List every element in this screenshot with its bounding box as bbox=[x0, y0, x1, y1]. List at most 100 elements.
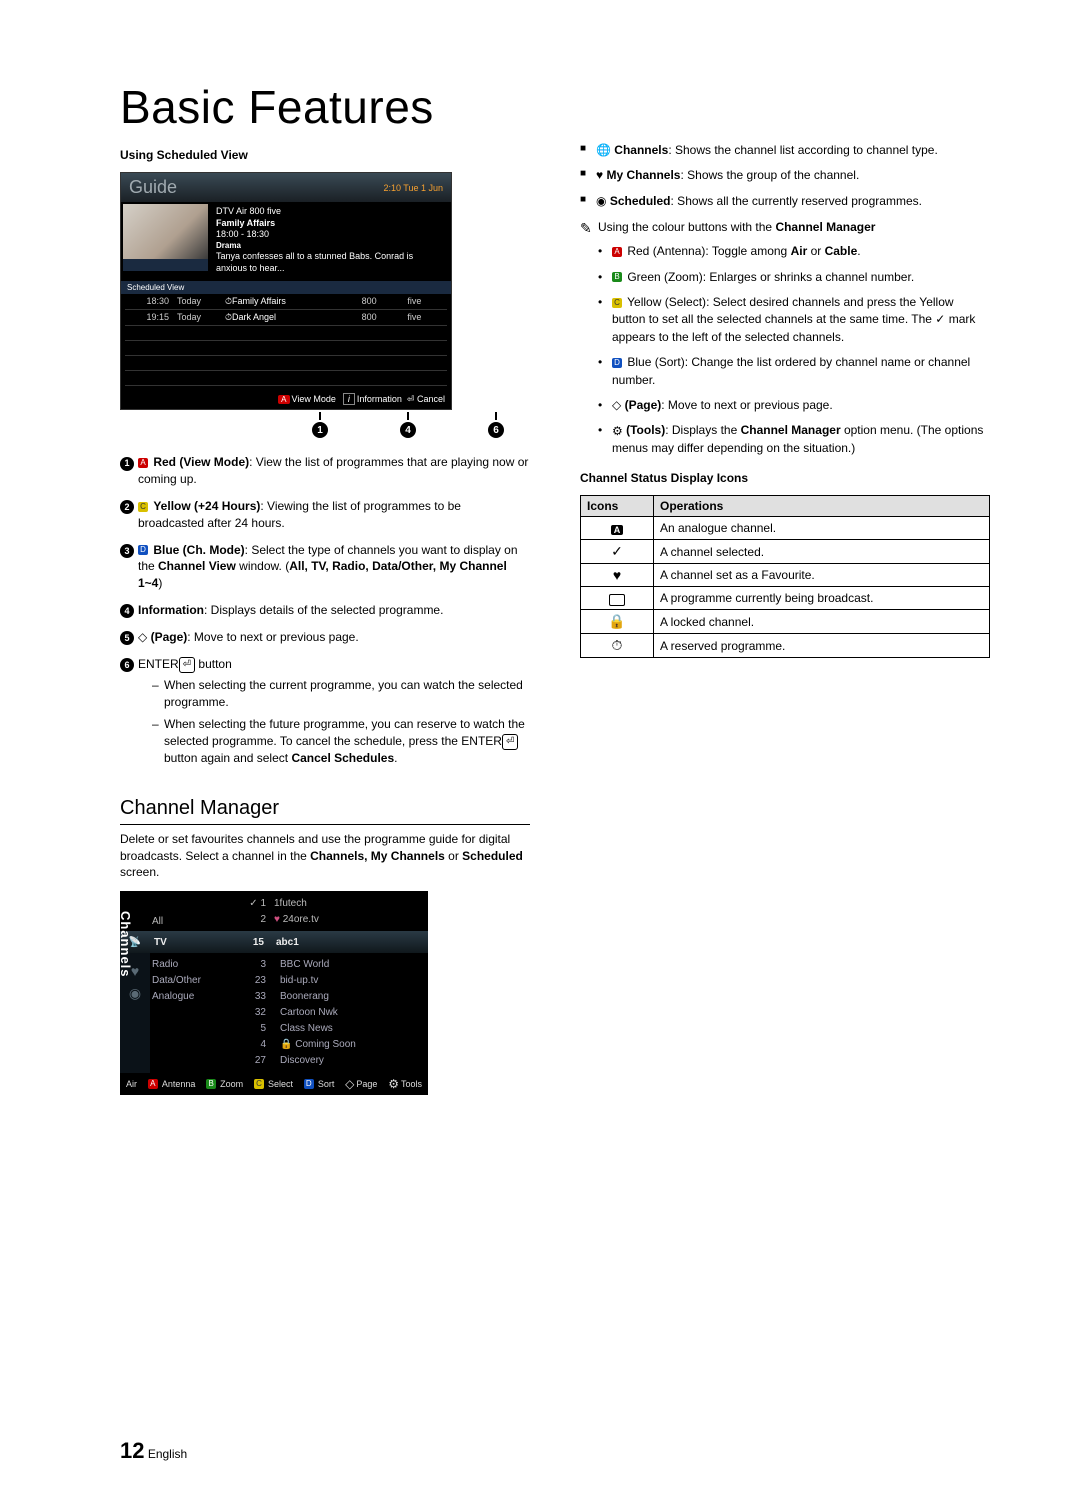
tools-icon: ⚙ bbox=[388, 1077, 399, 1091]
green-b-icon: B bbox=[612, 272, 622, 282]
square-bullet-icon bbox=[580, 167, 596, 184]
info-programme: Family Affairs bbox=[216, 218, 445, 230]
channel-manager-screenshot: Channels All ✓ 1 2 1futech ♥ 24ore.tv 📡 bbox=[120, 891, 428, 1095]
cm-top-area: All ✓ 1 2 1futech ♥ 24ore.tv bbox=[120, 891, 428, 931]
heart-icon: ♥ bbox=[596, 168, 603, 182]
green-dot-icon: B bbox=[206, 1079, 216, 1089]
table-row: ✓ A channel selected. bbox=[581, 540, 990, 564]
list-item: C Yellow (Select): Select desired channe… bbox=[598, 294, 990, 346]
list-item: D Blue (Sort): Change the list ordered b… bbox=[598, 354, 990, 389]
list-item: B Green (Zoom): Enlarges or shrinks a ch… bbox=[598, 269, 990, 286]
two-column-layout: Using Scheduled View Guide 2:10 Tue 1 Ju… bbox=[120, 142, 990, 1095]
lock-icon: 🔒 bbox=[581, 610, 654, 634]
lock-icon: 🔒 bbox=[280, 1039, 292, 1050]
square-bullet-icon bbox=[580, 193, 596, 210]
list-item: ⚙ (Tools): Displays the Channel Manager … bbox=[598, 422, 990, 457]
yellow-c-icon: C bbox=[612, 298, 622, 308]
updown-icon: ◇ bbox=[138, 629, 147, 646]
table-row: ⏱ A reserved programme. bbox=[581, 634, 990, 658]
red-dot-icon: A bbox=[148, 1079, 158, 1089]
info-time: 18:00 - 18:30 bbox=[216, 229, 445, 241]
cm-header-row: 📡 TV 15 abc1 bbox=[120, 931, 428, 953]
scheduled-view-label: Scheduled View bbox=[121, 281, 451, 294]
cm-cat-all: All bbox=[150, 891, 224, 931]
list-item: 1 A Red (View Mode): View the list of pr… bbox=[120, 454, 530, 488]
target-icon: ◉ bbox=[596, 194, 606, 208]
clock-icon: ⏱ bbox=[581, 634, 654, 658]
programme-thumbnail bbox=[123, 204, 208, 259]
clock-icon: ◉ bbox=[120, 985, 150, 1002]
page-lang: English bbox=[148, 1447, 187, 1461]
updown-icon: ◇ bbox=[612, 397, 621, 414]
blue-d-icon: D bbox=[612, 358, 622, 368]
cm-footer: Air AAntenna BZoom CSelect DSort ◇ Page … bbox=[120, 1073, 428, 1095]
red-a-icon: A bbox=[278, 395, 289, 404]
channels-side-label: Channels bbox=[116, 911, 133, 978]
sub-bullet: When selecting the current programme, yo… bbox=[152, 677, 530, 711]
list-item: 5 ◇ (Page): Move to next or previous pag… bbox=[120, 629, 530, 646]
sub-bullet: When selecting the future programme, you… bbox=[152, 716, 530, 766]
list-item: 6 ENTER⏎ button When selecting the curre… bbox=[120, 656, 530, 773]
info-source: DTV Air 800 five bbox=[216, 206, 445, 218]
page-number: 12 bbox=[120, 1438, 144, 1463]
yellow-dot-icon: C bbox=[254, 1079, 264, 1089]
left-column: Using Scheduled View Guide 2:10 Tue 1 Ju… bbox=[120, 142, 530, 1095]
manual-page: Basic Features Using Scheduled View Guid… bbox=[0, 0, 1080, 1494]
tools-icon: ⚙ bbox=[612, 423, 623, 440]
heart-icon: ♥ bbox=[581, 564, 654, 587]
table-row: A An analogue channel. bbox=[581, 517, 990, 540]
channel-status-icons-table: Icons Operations A An analogue channel. … bbox=[580, 495, 990, 658]
guide-table: 18:30 Today ⏱Family Affairs 800 five 19:… bbox=[125, 294, 447, 386]
blue-d-icon: D bbox=[138, 545, 148, 555]
th-icons: Icons bbox=[581, 496, 654, 517]
callout-4: 4 bbox=[400, 422, 416, 438]
blue-dot-icon: D bbox=[304, 1079, 314, 1089]
guide-row: 18:30 Today ⏱Family Affairs 800 five bbox=[125, 294, 447, 310]
guide-titlebar: Guide 2:10 Tue 1 Jun bbox=[121, 173, 451, 202]
info-desc: Tanya confesses all to a stunned Babs. C… bbox=[216, 251, 445, 274]
list-item: 2 C Yellow (+24 Hours): Viewing the list… bbox=[120, 498, 530, 532]
analogue-a-icon: A bbox=[611, 525, 624, 535]
channel-manager-intro: Delete or set favourites channels and us… bbox=[120, 831, 530, 881]
enter-icon: ⏎ bbox=[502, 734, 518, 750]
guide-row: 19:15 Today ⏱Dark Angel 800 five bbox=[125, 309, 447, 325]
enter-icon: ⏎ bbox=[407, 394, 415, 404]
dot-list: A Red (Antenna): Toggle among Air or Cab… bbox=[598, 243, 990, 457]
right-column: 🌐 Channels: Shows the channel list accor… bbox=[580, 142, 990, 1095]
globe-icon: 🌐 bbox=[596, 143, 611, 157]
tv-icon bbox=[609, 594, 625, 606]
info-i-icon: i bbox=[343, 393, 355, 405]
info-genre: Drama bbox=[216, 241, 445, 251]
red-a-icon: A bbox=[612, 247, 622, 257]
list-item: ◉ Scheduled: Shows all the currently res… bbox=[580, 193, 990, 210]
table-row: A programme currently being broadcast. bbox=[581, 587, 990, 610]
table-row: 🔒 A locked channel. bbox=[581, 610, 990, 634]
list-item: 4 Information: Displays details of the s… bbox=[120, 602, 530, 619]
list-item: A Red (Antenna): Toggle among Air or Cab… bbox=[598, 243, 990, 260]
icons-heading: Channel Status Display Icons bbox=[580, 471, 990, 485]
square-bullet-icon bbox=[580, 142, 596, 159]
guide-title-text: Guide bbox=[129, 177, 177, 198]
updown-icon: ◇ bbox=[345, 1077, 354, 1091]
channel-manager-heading: Channel Manager bbox=[120, 797, 530, 825]
guide-footer: AView Mode iInformation ⏎ Cancel bbox=[121, 390, 451, 409]
enter-icon: ⏎ bbox=[179, 657, 195, 673]
callout-numbers: 1 4 6 bbox=[120, 412, 530, 439]
guide-clock: 2:10 Tue 1 Jun bbox=[383, 183, 443, 193]
guide-info-row: DTV Air 800 five Family Affairs 18:00 - … bbox=[121, 202, 451, 279]
numbered-list: 1 A Red (View Mode): View the list of pr… bbox=[120, 454, 530, 772]
list-item: ◇ (Page): Move to next or previous page. bbox=[598, 397, 990, 415]
note: ✎ Using the colour buttons with the Chan… bbox=[580, 220, 990, 237]
callout-6: 6 bbox=[488, 422, 504, 438]
note-icon: ✎ bbox=[580, 220, 598, 237]
page-title: Basic Features bbox=[120, 80, 990, 134]
callout-1: 1 bbox=[312, 422, 328, 438]
scheduled-view-heading: Using Scheduled View bbox=[120, 148, 530, 162]
programme-info: DTV Air 800 five Family Affairs 18:00 - … bbox=[210, 202, 451, 279]
list-item: 3 D Blue (Ch. Mode): Select the type of … bbox=[120, 542, 530, 592]
page-footer: 12 English bbox=[120, 1438, 187, 1464]
check-icon: ✓ bbox=[581, 540, 654, 564]
sub-bullet-list: When selecting the current programme, yo… bbox=[152, 677, 530, 767]
block-bullet-list: 🌐 Channels: Shows the channel list accor… bbox=[580, 142, 990, 210]
guide-screenshot: Guide 2:10 Tue 1 Jun DTV Air 800 five Fa… bbox=[120, 172, 452, 410]
